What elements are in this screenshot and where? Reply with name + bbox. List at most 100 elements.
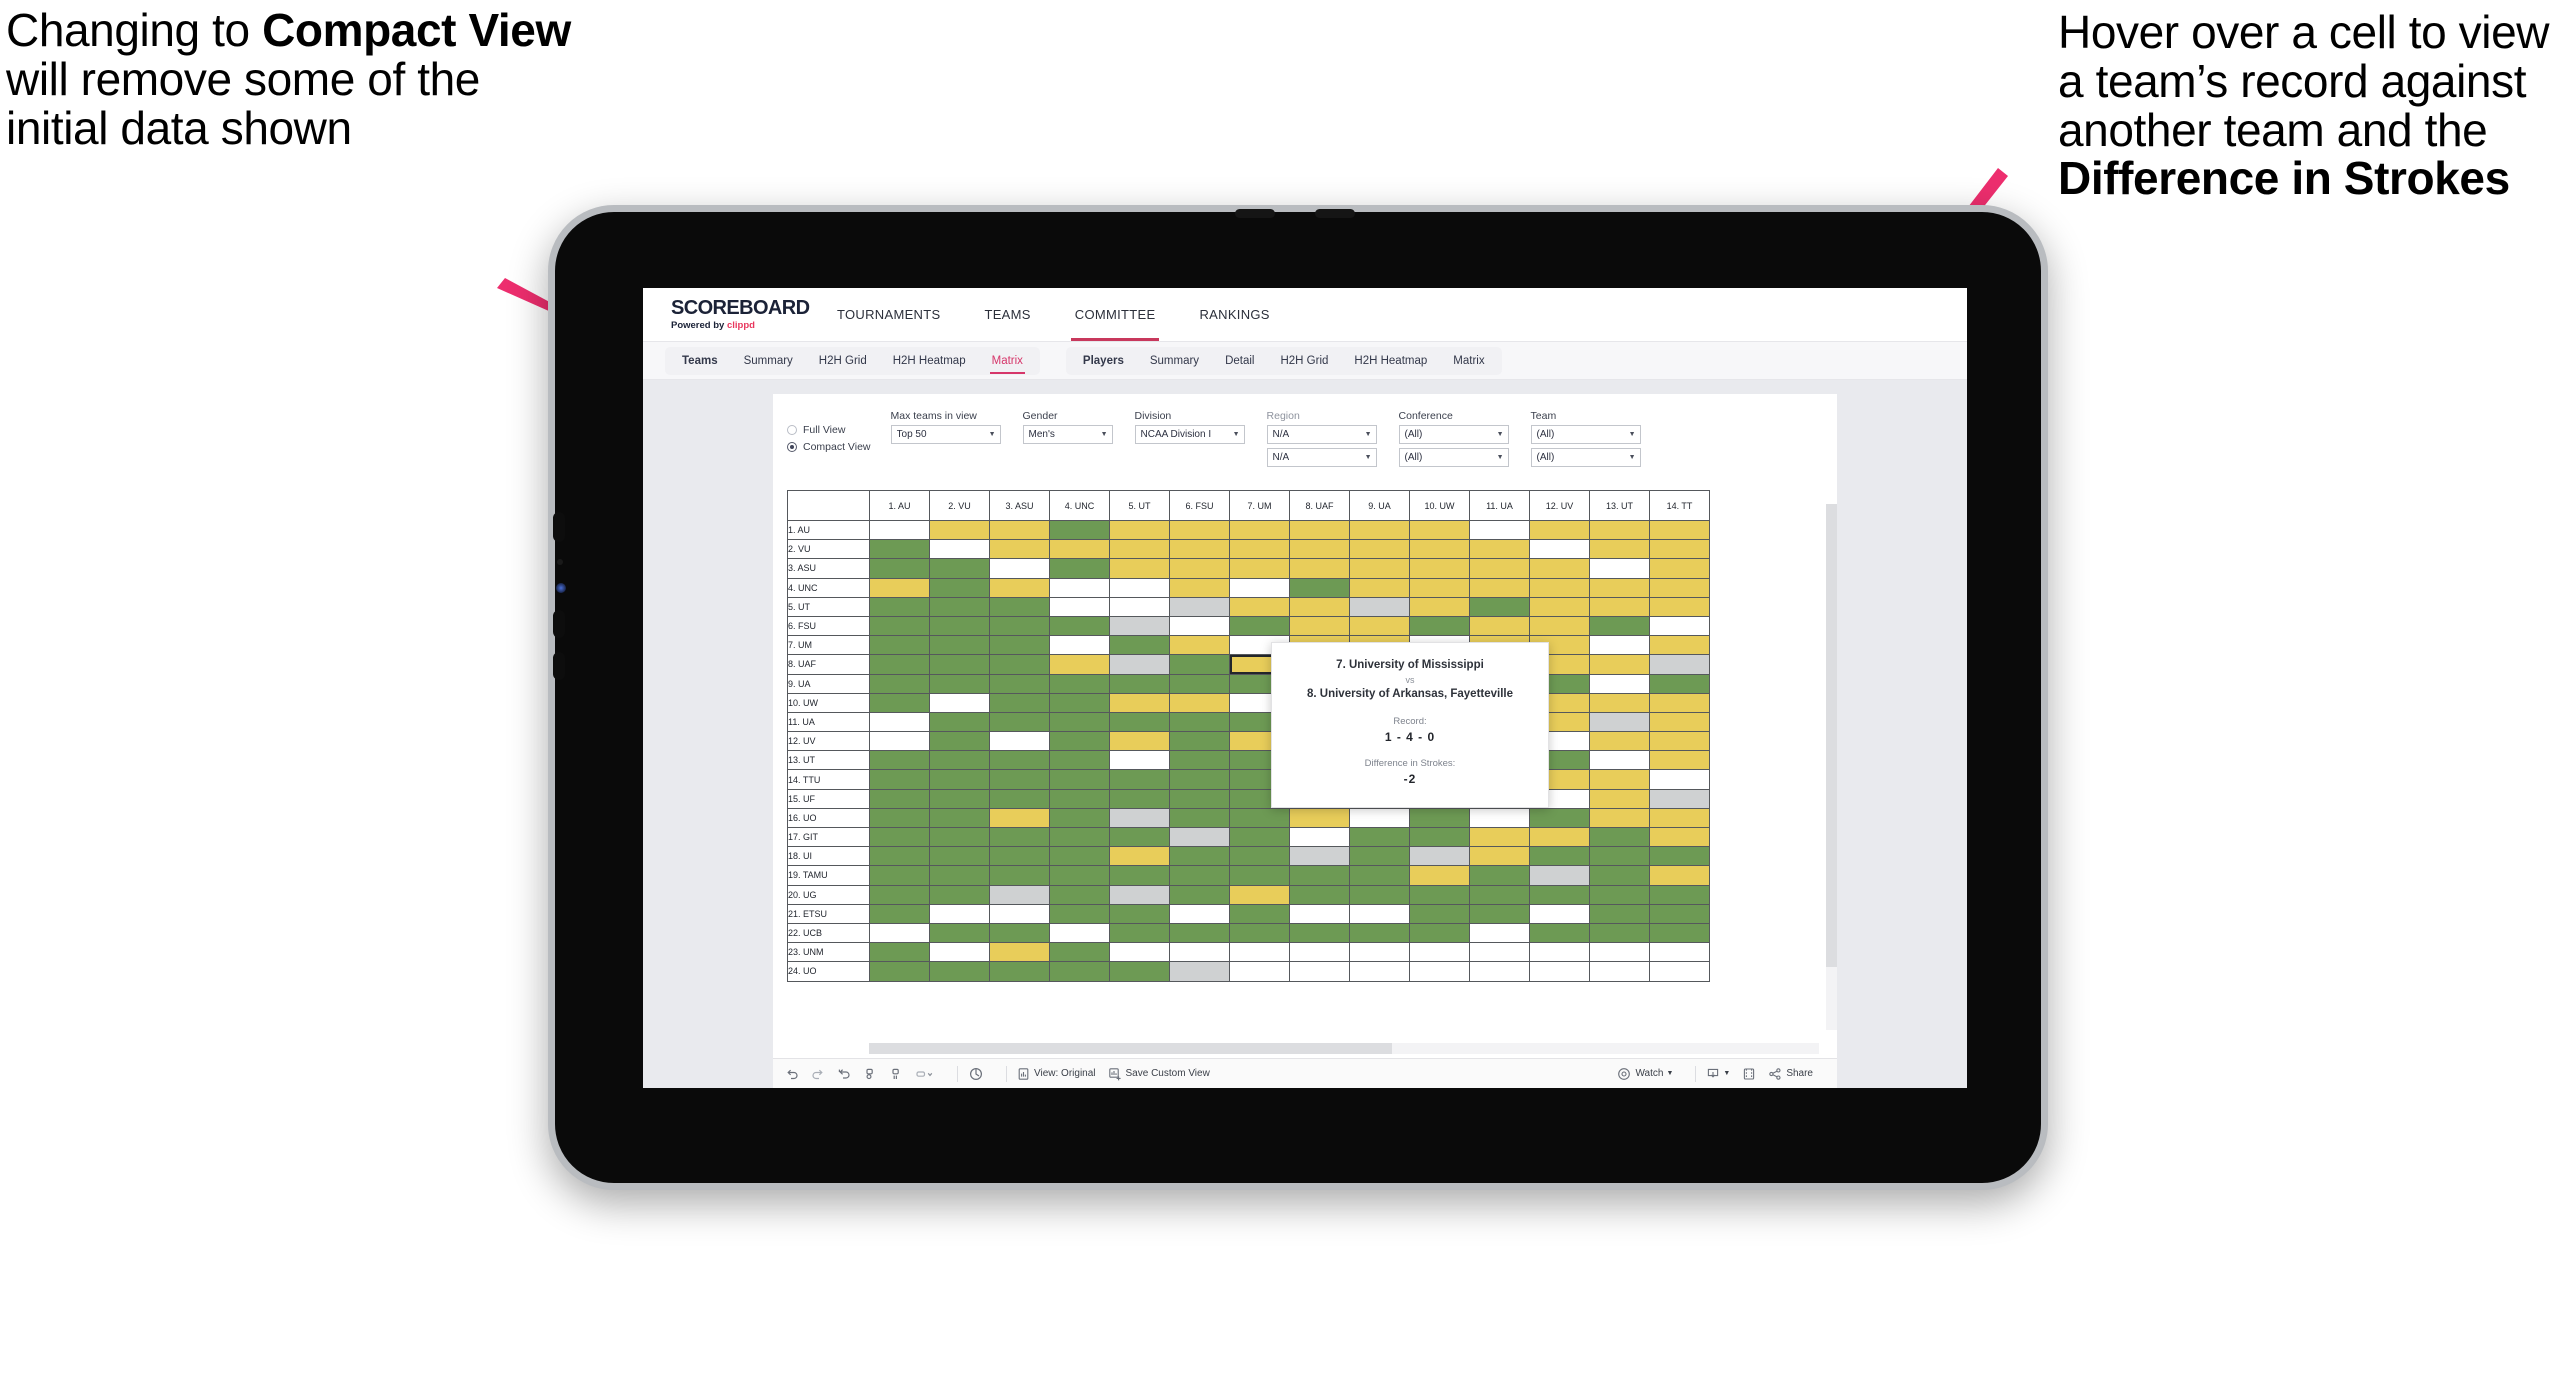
matrix-row-header[interactable]: 12. UV (787, 731, 870, 752)
pause-autoupdate-button[interactable] (968, 1066, 984, 1082)
matrix-cell[interactable] (1109, 558, 1170, 579)
matrix-cell[interactable] (1589, 577, 1650, 598)
matrix-cell[interactable] (929, 865, 990, 886)
matrix-cell[interactable] (1289, 884, 1350, 905)
matrix-row-header[interactable]: 20. UG (787, 884, 870, 905)
matrix-cell[interactable] (1109, 731, 1170, 752)
matrix-cell[interactable] (989, 846, 1050, 867)
matrix-cell[interactable] (1049, 903, 1110, 924)
matrix-cell[interactable] (869, 750, 930, 771)
subnav-players-summary[interactable]: Summary (1137, 347, 1212, 375)
matrix-cell[interactable] (989, 942, 1050, 963)
matrix-column-header[interactable]: 14. TT (1649, 490, 1710, 521)
matrix-cell[interactable] (1109, 884, 1170, 905)
matrix-cell[interactable] (1409, 519, 1470, 541)
matrix-cell[interactable] (1169, 846, 1230, 867)
matrix-cell[interactable] (1109, 942, 1170, 963)
matrix-cell[interactable] (1049, 731, 1110, 752)
matrix-cell[interactable] (1229, 558, 1290, 579)
matrix-cell[interactable] (989, 615, 1050, 637)
nav-teams[interactable]: TEAMS (962, 288, 1052, 341)
scoreboard-logo[interactable]: SCOREBOARD Powered by clippd (671, 298, 810, 331)
matrix-cell[interactable] (1649, 635, 1710, 656)
matrix-cell[interactable] (869, 711, 930, 733)
matrix-cell[interactable] (1109, 865, 1170, 886)
vertical-scrollbar-thumb[interactable] (1826, 504, 1837, 967)
matrix-cell[interactable] (1229, 961, 1290, 982)
matrix-cell[interactable] (1169, 884, 1230, 905)
matrix-column-header[interactable]: 4. UNC (1049, 490, 1110, 521)
matrix-cell[interactable] (989, 673, 1050, 694)
filter-division-select[interactable]: NCAA Division I ▼ (1134, 425, 1245, 444)
matrix-cell[interactable] (1229, 615, 1290, 637)
matrix-cell[interactable] (1529, 942, 1590, 963)
h2h-matrix-table[interactable]: 1. AU 2. VU 3. ASU 4. UNC 5. UT 6. FSU 7. UM 8.… (787, 490, 1710, 982)
matrix-cell[interactable] (1169, 692, 1230, 713)
matrix-cell[interactable] (1109, 539, 1170, 560)
save-custom-view-button[interactable]: Save Custom View (1108, 1067, 1210, 1081)
matrix-cell[interactable] (1109, 961, 1170, 982)
matrix-row-header[interactable]: 21. ETSU (787, 903, 870, 924)
matrix-cell[interactable] (1109, 654, 1170, 675)
matrix-cell[interactable] (1469, 961, 1530, 982)
matrix-cell[interactable] (1109, 711, 1170, 733)
matrix-cell[interactable] (1469, 596, 1530, 617)
matrix-cell[interactable] (1649, 769, 1710, 790)
download-button[interactable]: ▼ (1706, 1067, 1730, 1081)
matrix-cell[interactable] (1529, 846, 1590, 867)
filter-gender-select[interactable]: Men's ▼ (1022, 425, 1113, 444)
matrix-cell[interactable] (989, 961, 1050, 982)
matrix-cell[interactable] (1649, 922, 1710, 944)
matrix-cell[interactable] (1049, 673, 1110, 694)
matrix-row-header[interactable]: 24. UO (787, 961, 870, 982)
matrix-cell[interactable] (1589, 807, 1650, 829)
matrix-cell[interactable] (1169, 558, 1230, 579)
matrix-cell[interactable] (1049, 692, 1110, 713)
matrix-cell[interactable] (1349, 519, 1410, 541)
matrix-cell[interactable] (1409, 539, 1470, 560)
matrix-cell[interactable] (1529, 903, 1590, 924)
view-original-button[interactable]: View: Original (1017, 1067, 1096, 1081)
matrix-column-header[interactable]: 1. AU (869, 490, 930, 521)
matrix-cell[interactable] (1049, 922, 1110, 944)
matrix-cell[interactable] (869, 884, 930, 905)
matrix-cell[interactable] (1589, 711, 1650, 733)
matrix-cell[interactable] (1169, 519, 1230, 541)
matrix-cell[interactable] (1589, 654, 1650, 675)
matrix-cell[interactable] (869, 577, 930, 598)
matrix-cell[interactable] (1169, 903, 1230, 924)
matrix-cell[interactable] (929, 903, 990, 924)
matrix-cell[interactable] (989, 577, 1050, 598)
matrix-cell[interactable] (1109, 673, 1170, 694)
matrix-cell[interactable] (1349, 596, 1410, 617)
matrix-cell[interactable] (1529, 577, 1590, 598)
matrix-cell[interactable] (1109, 846, 1170, 867)
matrix-row-header[interactable]: 4. UNC (787, 577, 870, 598)
matrix-column-header[interactable]: 12. UV (1529, 490, 1590, 521)
matrix-cell[interactable] (1409, 826, 1470, 848)
matrix-cell[interactable] (1109, 807, 1170, 829)
matrix-cell[interactable] (1349, 826, 1410, 848)
matrix-cell[interactable] (869, 961, 930, 982)
matrix-cell[interactable] (1049, 558, 1110, 579)
matrix-cell[interactable] (1649, 731, 1710, 752)
matrix-cell[interactable] (929, 711, 990, 733)
matrix-cell[interactable] (929, 769, 990, 790)
matrix-cell[interactable] (869, 846, 930, 867)
matrix-cell[interactable] (1649, 884, 1710, 905)
filter-conference-select-1[interactable]: (All) ▼ (1398, 425, 1509, 444)
nav-rankings[interactable]: RANKINGS (1177, 288, 1291, 341)
matrix-cell[interactable] (869, 865, 930, 886)
matrix-cell[interactable] (1289, 865, 1350, 886)
matrix-row-header[interactable]: 11. UA (787, 711, 870, 733)
matrix-row-header[interactable]: 15. UF (787, 788, 870, 809)
matrix-cell[interactable] (989, 769, 1050, 790)
matrix-cell[interactable] (1109, 635, 1170, 656)
matrix-cell[interactable] (1649, 807, 1710, 829)
matrix-row-header[interactable]: 10. UW (787, 692, 870, 713)
matrix-cell[interactable] (929, 922, 990, 944)
matrix-cell[interactable] (1529, 615, 1590, 637)
matrix-cell[interactable] (1649, 750, 1710, 771)
matrix-row-header[interactable]: 16. UO (787, 807, 870, 829)
matrix-cell[interactable] (1649, 942, 1710, 963)
